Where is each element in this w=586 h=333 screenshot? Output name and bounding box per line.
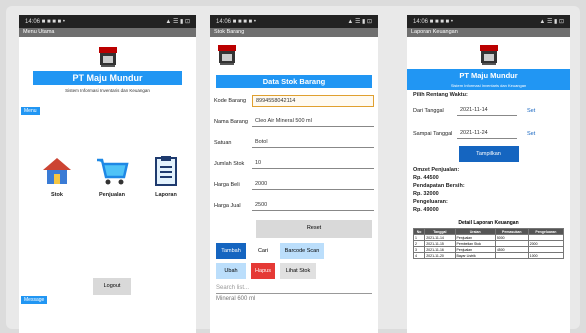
status-left: 14:06 ■ ■ ■ ■ •: [216, 18, 256, 25]
footer-label: Message: [21, 296, 48, 304]
menu-label: Laporan: [155, 192, 177, 198]
from-row: Dari Tanggal 2021-11-14 Set: [407, 102, 570, 119]
logout-button[interactable]: Logout: [93, 278, 131, 295]
cari-button[interactable]: Cari: [251, 243, 275, 259]
search-input[interactable]: Search list...: [216, 283, 372, 294]
omzet-label: Omzet Penjualan:: [413, 167, 460, 173]
to-date-input[interactable]: 2021-11-24: [457, 128, 517, 139]
table-row: 4 2021-11-20 Bayar Listrik 1000: [412, 252, 565, 259]
field-label: Harga Beli: [214, 181, 240, 188]
reset-button[interactable]: Reset: [256, 220, 372, 238]
field-label: Kode Barang: [214, 97, 247, 104]
ubah-button[interactable]: Ubah: [216, 263, 246, 279]
pendapatan-value: Rp. 32000: [413, 191, 439, 197]
company-logo-icon: [98, 47, 117, 67]
harga-beli-input[interactable]: 2000: [252, 179, 374, 190]
menu-label: Stok: [51, 192, 63, 198]
page-title: Data Stok Barang: [216, 75, 372, 88]
company-logo-icon: [218, 45, 236, 65]
status-left: 14:06 ■ ■ ■ ■ •: [25, 18, 65, 25]
status-right: ▲ ☰ ▮ ⊡: [539, 19, 564, 25]
status-bar: 14:06 ■ ■ ■ ■ • ▲ ☰ ▮ ⊡: [210, 15, 378, 28]
omzet-value: Rp. 44500: [413, 175, 439, 181]
table-cell: 4: [412, 252, 426, 259]
field-row: Satuan Botol: [210, 132, 378, 153]
menu-label: Penjualan: [99, 192, 125, 198]
tambah-button[interactable]: Tambah: [216, 243, 246, 259]
toolbar: Stok Barang: [210, 28, 378, 37]
tampilkan-button[interactable]: Tampilkan: [458, 146, 519, 162]
to-row: Sampai Tanggal 2021-11-24 Set: [407, 125, 570, 142]
status-left: 14:06 ■ ■ ■ ■ •: [413, 18, 453, 25]
table-cell: 2021-11-20: [424, 252, 456, 259]
pengeluaran-label: Pengeluaran:: [413, 199, 448, 205]
house-icon: [43, 158, 71, 184]
page-title: PT Maju Mundur: [33, 71, 182, 85]
set-from-button[interactable]: Set: [527, 108, 535, 114]
menu-row: Stok Penjualan Laporan: [41, 155, 181, 198]
kode-barang-input[interactable]: 8994558042114: [252, 94, 374, 107]
barcode-scan-button[interactable]: Barcode Scan: [280, 243, 324, 259]
pendapatan-label: Pendapatan Bersih:: [413, 183, 465, 189]
company-logo-icon: [479, 45, 498, 65]
field-label: Nama Barang: [214, 118, 248, 125]
page-subtitle: Sistem Informasi Inventaris dan Keuangan: [407, 82, 570, 90]
set-to-button[interactable]: Set: [527, 131, 535, 137]
field-row: Kode Barang 8994558042114: [210, 90, 378, 111]
action-row-1: Tambah Cari Barcode Scan: [210, 238, 378, 259]
cart-icon: [97, 158, 129, 185]
filter-label: Pilih Rentang Waktu:: [413, 92, 468, 98]
pengeluaran-value: Rp. 49000: [413, 207, 439, 213]
summary: Omzet Penjualan: Rp. 44500 Pendapatan Be…: [407, 162, 570, 214]
list-item[interactable]: Mineral 600 ml: [216, 296, 372, 302]
field-row: Jumlah Stok 10: [210, 153, 378, 174]
form: Kode Barang 8994558042114 Nama Barang Cleo…: [210, 90, 378, 216]
status-right: ▲ ☰ ▮ ⊡: [347, 19, 372, 25]
hapus-button[interactable]: Hapus: [251, 263, 275, 279]
toolbar: Laporan Keuangan: [407, 28, 570, 37]
lihat-stok-button[interactable]: Lihat Stok: [280, 263, 316, 279]
table-cell: [494, 252, 529, 259]
toolbar: Menu Utama: [19, 28, 196, 37]
status-right: ▲ ☰ ▮ ⊡: [165, 19, 190, 25]
page-title: PT Maju Mundur: [407, 69, 570, 82]
menu-item-stok[interactable]: Stok: [41, 155, 73, 198]
from-date-input[interactable]: 2021-11-14: [457, 105, 517, 116]
table-title: Detail Laporan Keuangan: [458, 220, 519, 226]
phone-menu-utama: 14:06 ■ ■ ■ ■ • ▲ ☰ ▮ ⊡ Menu Utama PT Maj…: [19, 15, 196, 333]
page-subtitle: Sistem Informasi Inventaris dan Keuangan: [65, 88, 150, 93]
table-cell: Bayar Listrik: [454, 252, 496, 259]
field-label: Jumlah Stok: [214, 160, 245, 167]
phone-stok-barang: 14:06 ■ ■ ■ ■ • ▲ ☰ ▮ ⊡ Stok Barang Data …: [210, 15, 378, 333]
field-row: Nama Barang Cleo Air Mineral 500 ml: [210, 111, 378, 132]
harga-jual-input[interactable]: 2500: [252, 200, 374, 211]
nama-barang-input[interactable]: Cleo Air Mineral 500 ml: [252, 116, 374, 127]
menu-item-penjualan[interactable]: Penjualan: [95, 155, 129, 198]
report-icon: [155, 156, 177, 186]
field-row: Harga Jual 2500: [210, 195, 378, 216]
satuan-input[interactable]: Botol: [252, 137, 374, 148]
action-row-2: Ubah Hapus Lihat Stok: [210, 259, 378, 279]
side-label: Menu: [21, 107, 40, 115]
menu-item-laporan[interactable]: Laporan: [151, 155, 181, 198]
phone-laporan-keuangan: 14:06 ■ ■ ■ ■ • ▲ ☰ ▮ ⊡ Laporan Keuangan …: [407, 15, 570, 333]
status-bar: 14:06 ■ ■ ■ ■ • ▲ ☰ ▮ ⊡: [19, 15, 196, 28]
from-label: Dari Tanggal: [413, 107, 444, 114]
field-label: Harga Jual: [214, 202, 241, 209]
report-table: No Tanggal Uraian Pemasukan Pengeluaran …: [412, 228, 565, 259]
table-cell: 1000: [527, 252, 565, 259]
field-row: Harga Beli 2000: [210, 174, 378, 195]
to-label: Sampai Tanggal: [413, 130, 453, 137]
jumlah-stok-input[interactable]: 10: [252, 158, 374, 169]
status-bar: 14:06 ■ ■ ■ ■ • ▲ ☰ ▮ ⊡: [407, 15, 570, 28]
field-label: Satuan: [214, 139, 232, 146]
